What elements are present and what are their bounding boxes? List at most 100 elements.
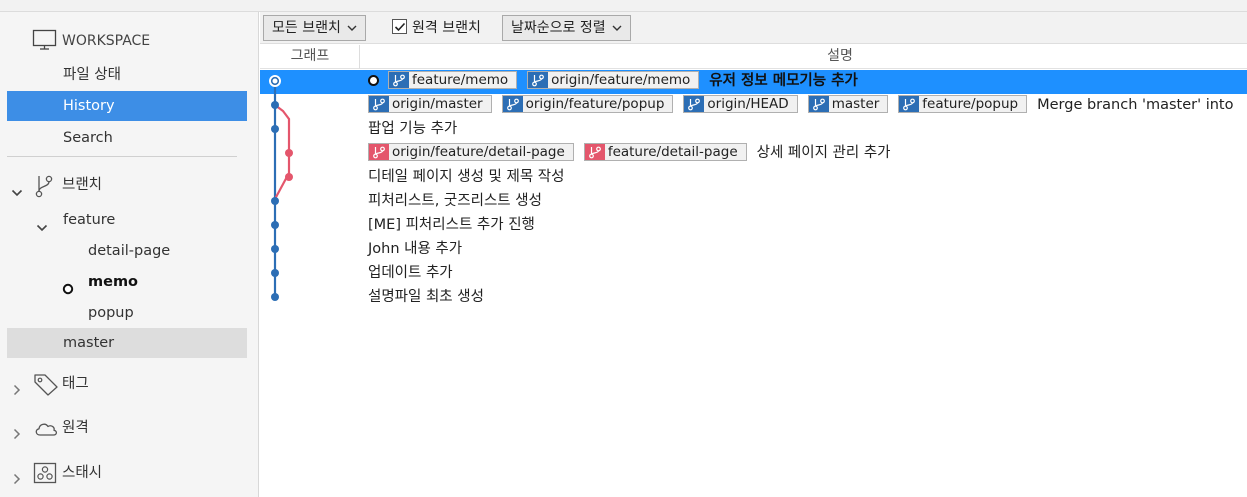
graph-commit-node <box>285 149 293 157</box>
graph-commit-node <box>271 221 279 229</box>
section-label: 태그 <box>62 376 89 392</box>
branch-label: master <box>63 335 115 351</box>
branch-item-popup[interactable]: popup <box>7 298 247 328</box>
branch-ref-label[interactable]: feature/popup <box>898 95 1028 113</box>
sidebar-item-label: History <box>63 98 115 114</box>
branch-icon <box>528 72 549 88</box>
sidebar-item-label: Search <box>63 130 113 146</box>
commit-description: feature/memo origin/feature/memo 유저 정보 메모기… <box>368 70 858 94</box>
commit-graph <box>269 75 293 301</box>
sidebar-item-search[interactable]: Search <box>7 123 247 153</box>
chevron-right-icon[interactable] <box>12 377 22 407</box>
cloud-icon <box>33 419 59 449</box>
branch-label: popup <box>88 305 134 321</box>
commit-row[interactable]: origin/master origin/feature/popup origin/… <box>260 94 1247 118</box>
sort-order-dropdown[interactable]: 날짜순으로 정렬 <box>502 15 631 41</box>
remote-branches-checkbox[interactable]: 원격 브랜치 <box>392 15 481 41</box>
head-indicator-icon <box>368 74 379 86</box>
branch-item-memo[interactable]: memo <box>7 267 247 297</box>
chevron-down-icon <box>612 17 622 41</box>
ref-name: origin/master <box>392 96 483 112</box>
graph-commit-node <box>285 173 293 181</box>
ref-name: origin/feature/memo <box>551 72 691 88</box>
branch-item-master[interactable]: master <box>7 328 247 358</box>
ref-name: feature/memo <box>412 72 509 88</box>
graph-commit-node <box>271 101 279 109</box>
branch-ref-label[interactable]: origin/feature/detail-page <box>368 143 574 161</box>
commit-description: 업데이트 추가 <box>368 262 453 286</box>
column-header: 그래프 설명 <box>260 45 1247 69</box>
commit-row[interactable]: [ME] 피처리스트 추가 진행 <box>260 214 1247 238</box>
commit-message: 유저 정보 메모기능 추가 <box>709 73 858 89</box>
ref-name: master <box>831 96 880 112</box>
checkbox-label: 원격 브랜치 <box>412 20 481 36</box>
sidebar-section-stashes[interactable]: 스태시 <box>7 458 259 488</box>
branch-icon <box>502 96 523 112</box>
workspace-header: WORKSPACE <box>7 25 247 55</box>
folder-label: feature <box>63 212 116 228</box>
commit-description: 설명파일 최초 생성 <box>368 286 484 310</box>
branch-folder-feature[interactable]: feature <box>7 205 247 235</box>
graph-commit-node <box>271 245 279 253</box>
ref-name: origin/feature/detail-page <box>392 144 565 160</box>
chevron-right-icon[interactable] <box>12 421 22 451</box>
sidebar-section-tags[interactable]: 태그 <box>7 369 259 399</box>
commit-description: 팝업 기능 추가 <box>368 118 457 142</box>
sidebar-divider <box>7 156 237 157</box>
commit-row[interactable]: 피처리스트, 굿즈리스트 생성 <box>260 190 1247 214</box>
dropdown-value: 날짜순으로 정렬 <box>511 20 606 36</box>
branch-label: detail-page <box>88 243 171 259</box>
dropdown-value: 모든 브랜치 <box>272 20 341 36</box>
sidebar-item-history[interactable]: History <box>7 91 247 121</box>
graph-commit-node <box>271 293 279 301</box>
top-menu-strip <box>0 0 1247 12</box>
commit-row[interactable]: feature/memo origin/feature/memo 유저 정보 메모기… <box>260 70 1247 94</box>
branch-ref-label[interactable]: feature/detail-page <box>583 143 747 161</box>
commit-list: feature/memo origin/feature/memo 유저 정보 메모기… <box>260 70 1247 310</box>
commit-description: 피처리스트, 굿즈리스트 생성 <box>368 190 542 214</box>
ref-name: feature/detail-page <box>607 144 738 160</box>
graph-commit-node <box>271 269 279 277</box>
ref-name: origin/feature/popup <box>525 96 665 112</box>
monitor-icon <box>32 28 58 63</box>
column-header-description[interactable]: 설명 <box>360 45 1247 69</box>
sidebar-section-remotes[interactable]: 원격 <box>7 413 259 443</box>
ref-name: feature/popup <box>922 96 1019 112</box>
branch-ref-label[interactable]: master <box>807 95 889 113</box>
branch-ref-label[interactable]: origin/feature/memo <box>527 71 700 89</box>
commit-message: 팝업 기능 추가 <box>368 121 458 137</box>
branch-ref-label[interactable]: origin/master <box>368 95 492 113</box>
branch-label: memo <box>88 274 139 290</box>
commit-description: origin/master origin/feature/popup origin/… <box>368 94 1233 118</box>
branch-icon <box>808 96 829 112</box>
commit-message: 설명파일 최초 생성 <box>368 289 484 305</box>
branch-ref-label[interactable]: origin/HEAD <box>683 95 798 113</box>
commit-row[interactable]: 팝업 기능 추가 <box>260 118 1247 142</box>
commit-description: origin/feature/detail-page feature/detail… <box>368 142 891 166</box>
checkbox-icon[interactable] <box>392 19 407 34</box>
graph-commit-node <box>271 125 279 133</box>
branch-item-detail-page[interactable]: detail-page <box>7 236 247 266</box>
commit-row[interactable]: 업데이트 추가 <box>260 262 1247 286</box>
sidebar-item-file-status[interactable]: 파일 상태 <box>7 60 247 90</box>
commit-row[interactable]: 디테일 페이지 생성 및 제목 작성 <box>260 166 1247 190</box>
branch-ref-label[interactable]: origin/feature/popup <box>501 95 674 113</box>
column-header-graph[interactable]: 그래프 <box>260 45 360 69</box>
commit-row[interactable]: John 내용 추가 <box>260 238 1247 262</box>
section-label: 스태시 <box>62 465 103 481</box>
chevron-right-icon[interactable] <box>12 466 22 496</box>
app-window: WORKSPACE 파일 상태 History Search 브랜치 featu… <box>0 0 1247 497</box>
sidebar-item-label: 파일 상태 <box>63 67 121 83</box>
sidebar: WORKSPACE 파일 상태 History Search 브랜치 featu… <box>0 12 259 497</box>
commit-row[interactable]: 설명파일 최초 생성 <box>260 286 1247 310</box>
commit-message: 상세 페이지 관리 추가 <box>756 145 891 161</box>
sidebar-section-branches[interactable]: 브랜치 <box>7 170 259 200</box>
branch-filter-dropdown[interactable]: 모든 브랜치 <box>263 15 366 41</box>
commit-row[interactable]: origin/feature/detail-page feature/detail… <box>260 142 1247 166</box>
branch-icon <box>369 144 389 160</box>
graph-commit-node <box>271 197 279 205</box>
ref-name: origin/HEAD <box>707 96 789 112</box>
tag-icon <box>33 372 59 407</box>
commit-message: Merge branch 'master' into <box>1037 97 1234 113</box>
branch-ref-label[interactable]: feature/memo <box>388 71 518 89</box>
